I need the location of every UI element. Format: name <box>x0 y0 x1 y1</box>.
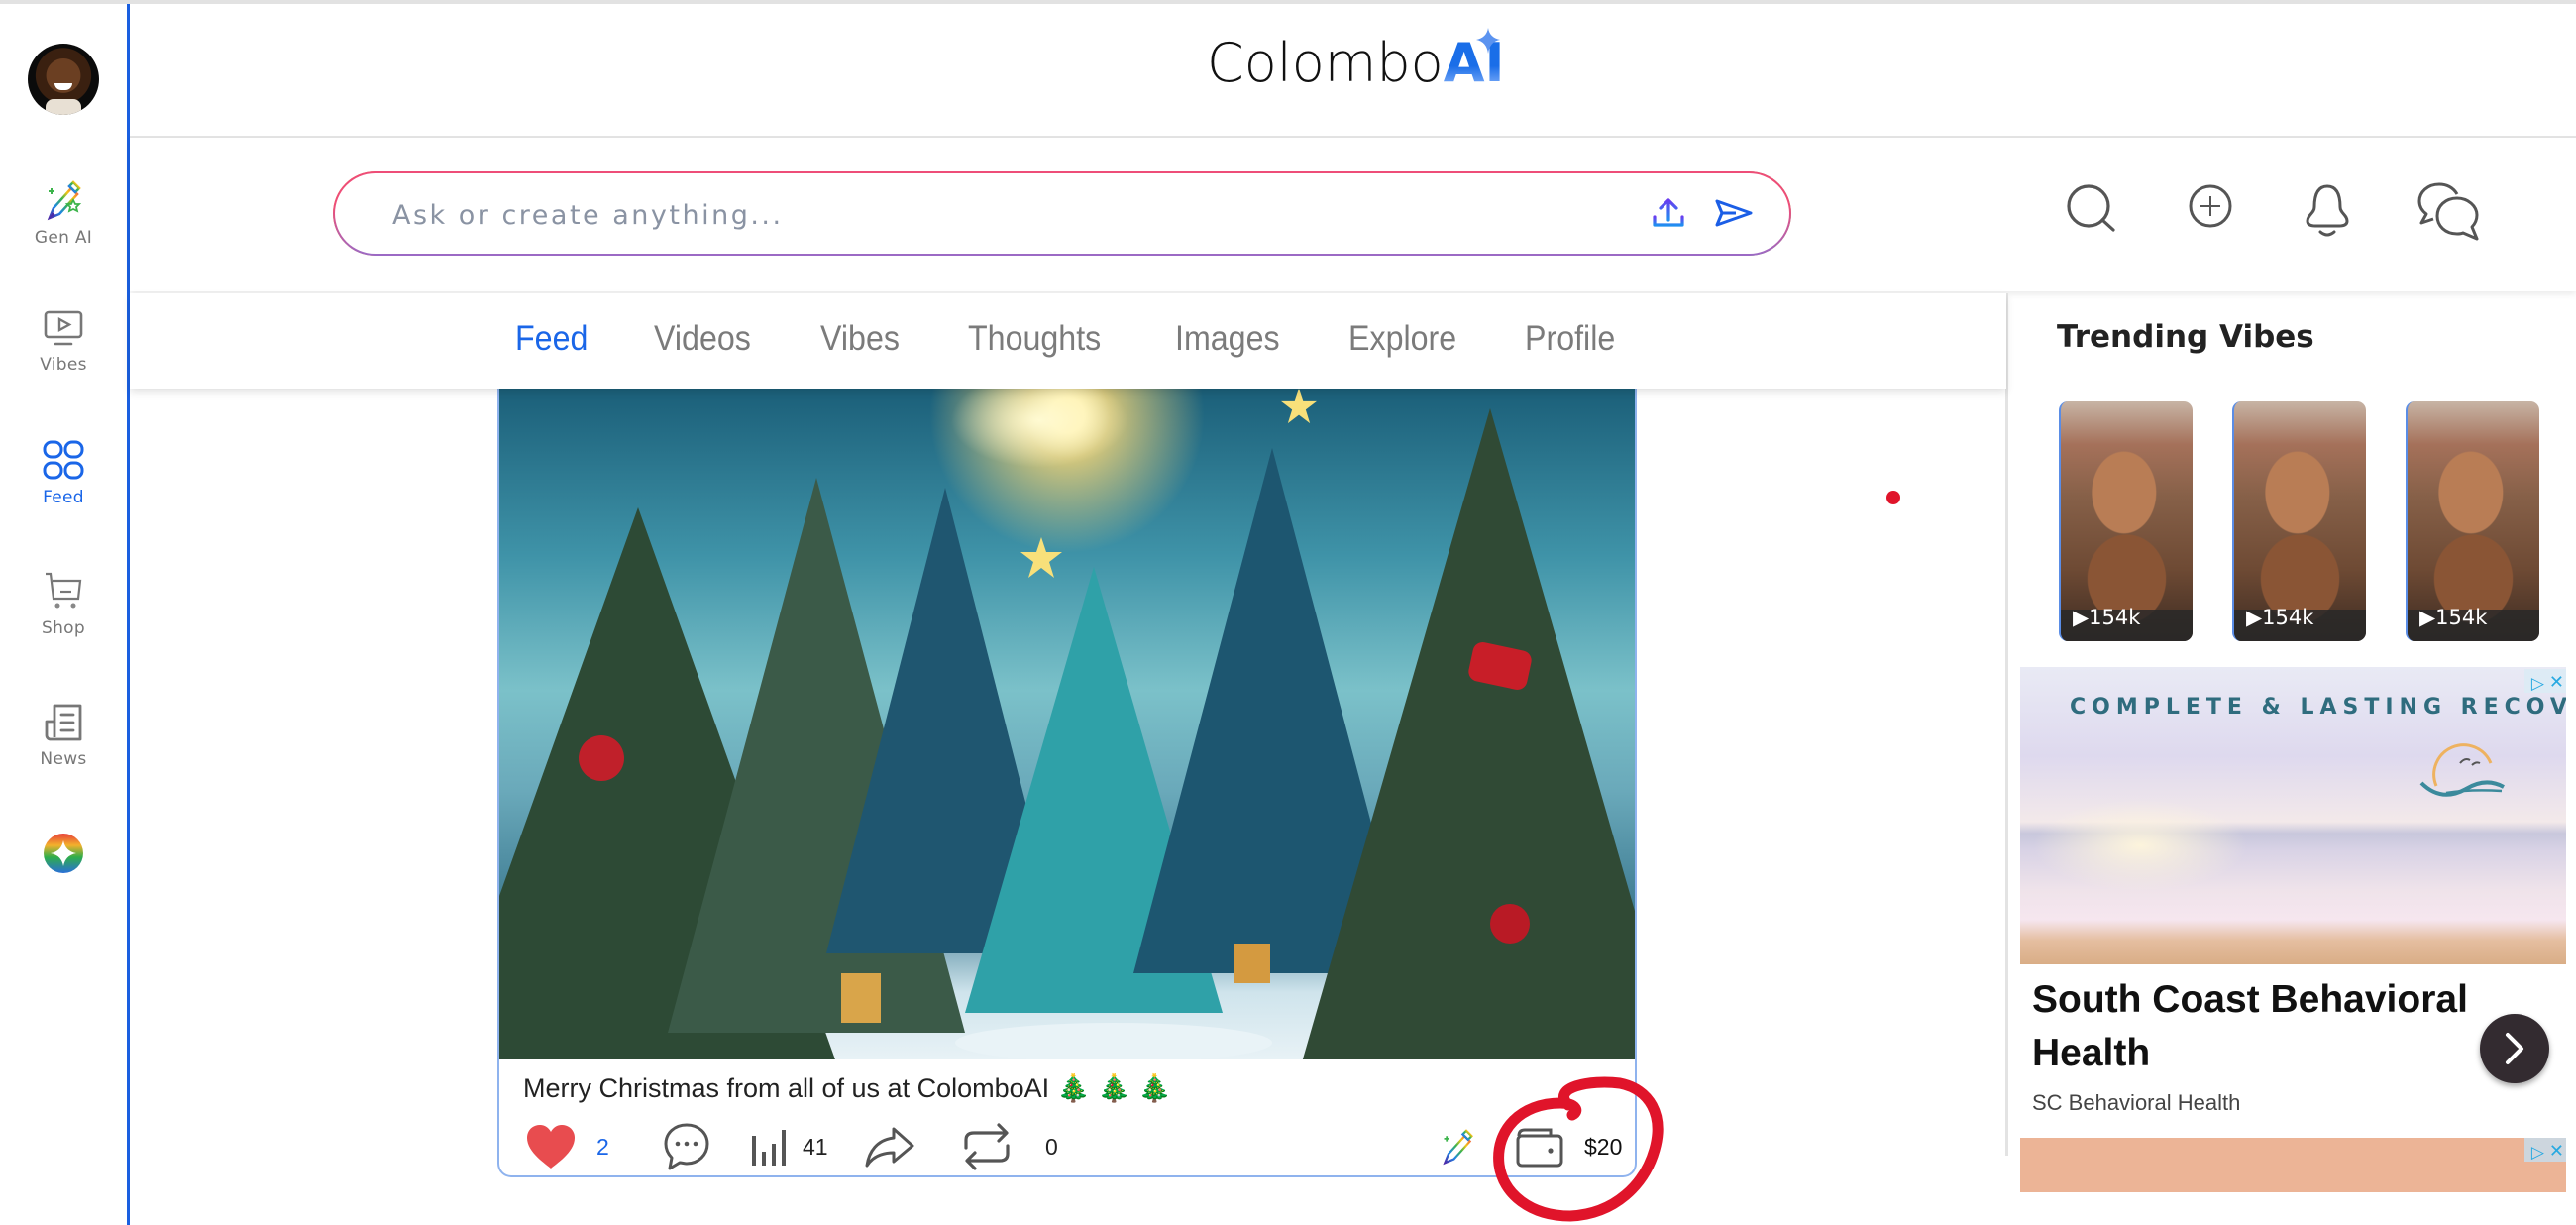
views-stat: 41 <box>749 1118 828 1175</box>
ad-logo-icon <box>2419 743 2505 797</box>
search-bar-inner <box>335 173 1789 254</box>
sidebar-item-label: Shop <box>42 618 85 638</box>
repost-count: 0 <box>1045 1133 1058 1160</box>
send-icon[interactable] <box>1714 198 1754 228</box>
logo-text: Colombo <box>1207 32 1444 94</box>
ad-next-button[interactable] <box>2480 1014 2549 1083</box>
like-button[interactable]: 2 <box>525 1118 609 1175</box>
gen-ai-remix-button[interactable] <box>1440 1118 1475 1175</box>
sidebar-item-rainbow-star[interactable] <box>0 833 127 874</box>
grid-icon <box>43 440 84 480</box>
tab-thoughts[interactable]: Thoughts <box>968 319 1101 359</box>
trending-vibe-card[interactable]: ▶154k <box>2406 401 2539 641</box>
trending-vibe-card[interactable]: ▶154k <box>2232 401 2366 641</box>
ad-banner-secondary[interactable]: ▷ ✕ <box>2020 1138 2566 1192</box>
cart-icon <box>46 572 82 609</box>
avatar-smile <box>54 83 72 90</box>
view-count-value: 154k <box>2089 606 2141 629</box>
snow <box>955 1023 1272 1059</box>
sidebar-item-news[interactable]: News <box>0 702 127 769</box>
ad-close-icon[interactable]: ✕ <box>2549 672 2564 693</box>
ad-info-icon[interactable]: ▷ <box>2531 1143 2544 1163</box>
star-icon <box>1020 537 1062 578</box>
ad-title[interactable]: South Coast Behavioral Health <box>2032 973 2468 1080</box>
tip-button[interactable]: $20 <box>1515 1118 1622 1175</box>
glow <box>950 389 1128 468</box>
tab-videos[interactable]: Videos <box>654 319 751 359</box>
ad-banner[interactable]: COMPLETE & LASTING RECOVERY ▷ ✕ <box>2020 667 2566 964</box>
view-count-value: 154k <box>2435 606 2488 629</box>
app-logo[interactable]: ColomboAI <box>1207 32 1505 94</box>
ad-close-icon[interactable]: ✕ <box>2549 1141 2564 1162</box>
view-count: ▶154k <box>2419 606 2487 629</box>
repost-icon <box>964 1123 1010 1170</box>
newspaper-icon <box>45 704 82 741</box>
tab-vibes[interactable]: Vibes <box>820 319 900 359</box>
sidebar-item-label: Gen AI <box>34 228 93 248</box>
ornament <box>579 735 624 781</box>
tab-feed[interactable]: Feed <box>515 319 588 359</box>
ad-choices-badge[interactable]: ▷ ✕ <box>2524 669 2566 694</box>
star-icon <box>1281 389 1317 424</box>
play-icon: ▶ <box>2419 606 2436 629</box>
comment-button[interactable] <box>663 1118 710 1175</box>
play-icon: ▶ <box>2073 606 2090 629</box>
ad-info-icon[interactable]: ▷ <box>2531 674 2544 694</box>
tree-shape <box>1302 408 1635 1059</box>
gift-box <box>1234 944 1270 983</box>
search-bar <box>333 171 1791 256</box>
repost-button[interactable]: 0 <box>960 1118 1058 1175</box>
tip-amount: $20 <box>1584 1133 1623 1160</box>
sidebar-item-label: News <box>40 749 87 769</box>
plus-circle-icon[interactable] <box>2188 183 2233 229</box>
tab-profile[interactable]: Profile <box>1525 319 1615 359</box>
gen-ai-pencil-icon <box>1443 1129 1473 1166</box>
sidebar-item-gen-ai[interactable]: Gen AI <box>0 178 127 248</box>
ornament <box>1490 904 1530 944</box>
sidebar-item-feed[interactable]: Feed <box>0 440 127 507</box>
share-arrow-icon <box>865 1127 914 1168</box>
notification-dot <box>1886 491 1900 504</box>
wallet-icon <box>1516 1128 1563 1168</box>
post-image[interactable] <box>499 389 1635 1059</box>
sidebar-item-label: Vibes <box>40 355 87 375</box>
post-actions: 2 41 0 $20 <box>525 1118 1625 1175</box>
trending-title: Trending Vibes <box>2057 319 2314 355</box>
share-button[interactable] <box>864 1118 915 1175</box>
ad-headline: COMPLETE & LASTING RECOVERY <box>2070 695 2566 720</box>
play-icon: ▶ <box>2246 606 2263 629</box>
rainbow-star-icon <box>44 834 83 873</box>
avatar-shirt <box>46 99 81 115</box>
search-input[interactable] <box>390 189 1633 241</box>
upload-icon[interactable] <box>1651 195 1686 231</box>
gen-ai-pencil-icon <box>47 180 82 221</box>
sidebar-item-label: Feed <box>43 488 84 507</box>
sidebar-item-shop[interactable]: Shop <box>0 571 127 638</box>
ad-choices-badge[interactable]: ▷ ✕ <box>2524 1138 2566 1163</box>
tv-play-icon <box>44 310 83 346</box>
chevron-right-icon <box>2506 1033 2523 1064</box>
bar-chart-icon <box>752 1130 786 1166</box>
ad-advertiser: SC Behavioral Health <box>2032 1090 2241 1115</box>
right-column-divider <box>2005 293 2008 1156</box>
trending-vibe-card[interactable]: ▶154k <box>2059 401 2193 641</box>
avatar[interactable] <box>28 44 99 115</box>
post-caption: Merry Christmas from all of us at Colomb… <box>523 1073 1172 1103</box>
gift-box <box>841 973 881 1023</box>
view-count: ▶154k <box>2246 606 2313 629</box>
sidebar-item-vibes[interactable]: Vibes <box>0 309 127 375</box>
tab-images[interactable]: Images <box>1175 319 1280 359</box>
views-count: 41 <box>803 1133 828 1160</box>
chat-bubbles-icon[interactable] <box>2417 182 2481 242</box>
comment-icon <box>664 1123 709 1170</box>
heart-icon <box>527 1125 575 1169</box>
like-count: 2 <box>596 1133 609 1160</box>
view-count-value: 154k <box>2262 606 2314 629</box>
sparkle-icon <box>1476 28 1500 54</box>
view-count: ▶154k <box>2073 606 2140 629</box>
tab-explore[interactable]: Explore <box>1348 319 1456 359</box>
bell-icon[interactable] <box>2304 183 2351 239</box>
search-icon[interactable] <box>2066 183 2117 235</box>
